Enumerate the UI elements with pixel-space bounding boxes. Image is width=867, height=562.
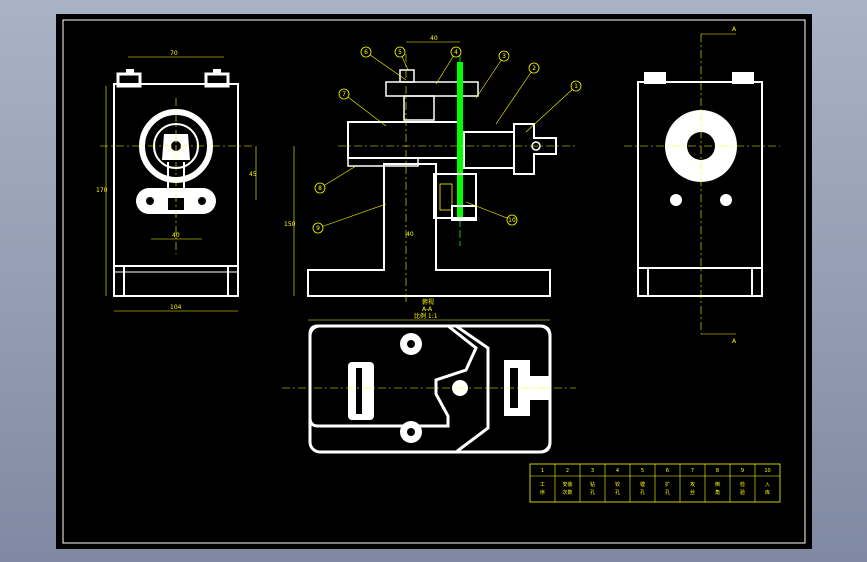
bottom-plan-view: 俯视 A-A 比例 1:1 <box>282 298 576 454</box>
title-block-label: 攻 <box>690 481 695 488</box>
title-block-column: 8 倒角 <box>704 464 720 502</box>
title-block-label: 入 <box>765 482 770 488</box>
title-block-number: 1 <box>541 468 544 474</box>
title-block-column: 4 铰孔 <box>604 464 620 502</box>
title-block-label-cont: 角 <box>715 489 720 496</box>
title-block-column: 9 检验 <box>729 464 745 502</box>
callout-label: 6 <box>364 49 368 56</box>
title-block-label-cont: 孔 <box>665 489 670 496</box>
left-dim-bottom: 104 <box>170 304 182 311</box>
title-block-column: 6 扩孔 <box>654 464 670 502</box>
callout-label: 7 <box>342 91 346 98</box>
title-block-label-cont: 库 <box>765 489 770 496</box>
title-block-label-cont: 孔 <box>615 489 620 496</box>
callout-3: 3 <box>475 50 510 99</box>
title-block-label: 镗 <box>640 481 645 488</box>
title-block-number: 9 <box>741 468 744 474</box>
callout-label: 10 <box>508 217 516 224</box>
drawing-sheet: 70 104 40 170 45 40 150 40 6 5 4 3 2 1 7… <box>56 14 812 549</box>
left-dim-right: 45 <box>249 171 257 178</box>
title-block-label-cont: 丝 <box>690 489 695 496</box>
title-block-label-cont: 孔 <box>590 489 595 496</box>
title-block-number: 10 <box>764 468 770 474</box>
title-block-label-cont: 孔 <box>640 489 645 496</box>
right-view: A A <box>624 26 780 345</box>
title-block-label: 倒 <box>715 481 720 488</box>
plan-caption-2: A-A <box>422 306 433 313</box>
plan-caption-3: 比例 1:1 <box>414 312 438 320</box>
title-block-number: 2 <box>566 468 569 474</box>
center-section-view: 40 150 40 6 5 4 3 2 1 7 8 9 10 <box>284 35 582 304</box>
callout-label: 1 <box>574 83 578 90</box>
callout-label: 8 <box>318 185 322 192</box>
title-block-label-cont: 次数 <box>562 489 572 496</box>
title-block-number: 3 <box>591 468 594 474</box>
left-view: 70 104 40 170 45 <box>96 50 257 312</box>
title-block-label: 铰 <box>615 481 620 488</box>
callout-7: 7 <box>338 88 387 127</box>
title-block-number: 4 <box>616 468 619 474</box>
title-block-number: 8 <box>716 468 719 474</box>
left-dim-top: 70 <box>170 50 178 57</box>
left-dim-inner: 40 <box>172 232 180 239</box>
title-block-column: 7 攻丝 <box>679 464 695 502</box>
title-block-label: 工 <box>540 482 545 488</box>
section-mark-bottom: A <box>732 338 737 345</box>
section-mark-top: A <box>732 26 737 33</box>
title-block-number: 7 <box>691 468 694 474</box>
left-dim-left: 170 <box>96 187 108 194</box>
center-dim-height: 150 <box>284 221 296 228</box>
title-block-column: 10 入库 <box>754 464 771 502</box>
title-block-label-cont: 验 <box>740 489 745 496</box>
cad-drawing-canvas: 70 104 40 170 45 40 150 40 6 5 432178910… <box>62 19 806 544</box>
title-block-label: 扩 <box>665 481 670 488</box>
center-dim-top: 40 <box>430 35 438 42</box>
title-block-label: 检 <box>740 481 745 488</box>
callout-2: 2 <box>495 62 540 125</box>
callout-label: 3 <box>502 53 506 60</box>
title-block-label: 安装 <box>562 481 572 488</box>
callout-1: 1 <box>525 80 582 133</box>
title-block-number: 6 <box>666 468 669 474</box>
title-block-column: 1 工序 <box>540 468 545 496</box>
title-block-column: 5 镗孔 <box>629 464 645 502</box>
title-block-label-cont: 序 <box>540 489 545 496</box>
title-block: 1工序2安装次数3钻孔4铰孔5镗孔6扩孔7攻丝8倒角9检验10入库 <box>529 463 781 503</box>
title-block-column: 3 钻孔 <box>579 464 595 502</box>
title-block-column: 2 安装次数 <box>554 464 573 502</box>
title-block-label: 钻 <box>590 481 595 488</box>
title-block-number: 5 <box>641 468 644 474</box>
callout-label: 9 <box>316 225 320 232</box>
callout-9: 9 <box>312 203 387 234</box>
callout-label: 4 <box>454 49 458 56</box>
center-dim-base: 40 <box>406 231 414 238</box>
callout-label: 2 <box>532 65 536 72</box>
callout-label: 5 <box>398 49 402 56</box>
callout-8: 8 <box>314 165 357 194</box>
plan-caption-1: 俯视 <box>422 298 434 306</box>
